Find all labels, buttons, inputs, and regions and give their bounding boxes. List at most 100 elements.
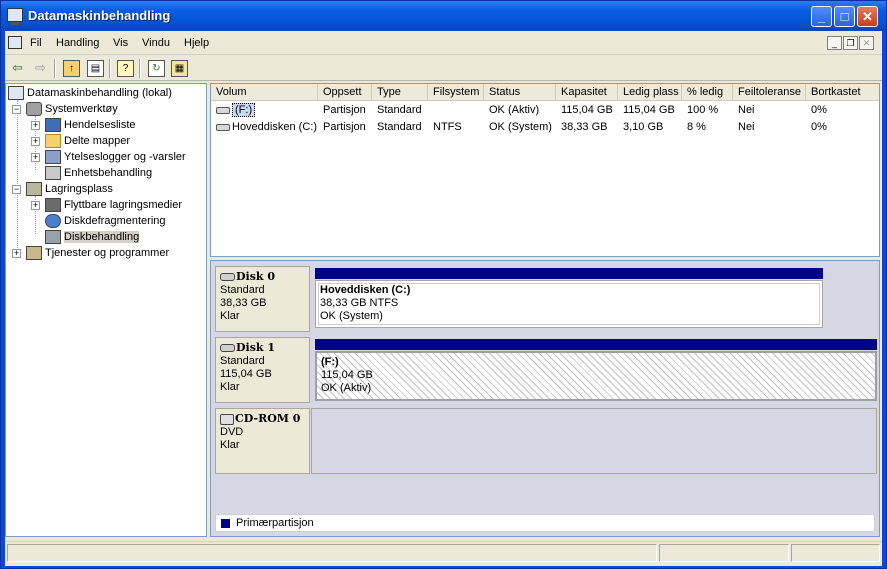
- properties-icon[interactable]: ?: [117, 60, 134, 77]
- shared-folders-icon: [45, 134, 61, 148]
- table-cell-volume: Hoveddisken (C:): [211, 119, 318, 136]
- app-window: Datamaskinbehandling _ □ ✕ Fil Handling …: [0, 0, 887, 569]
- legend-swatch: [221, 519, 230, 528]
- column-header-free-space[interactable]: Ledig plass: [618, 84, 682, 101]
- tree-item-shared-folders[interactable]: Delte mapper: [45, 133, 130, 149]
- menu-view[interactable]: Vis: [113, 37, 128, 49]
- table-cell: Standard: [377, 104, 422, 116]
- forward-arrow-icon[interactable]: ⇨: [31, 59, 50, 78]
- menu-file[interactable]: Fil: [30, 37, 42, 49]
- expander-plus-icon[interactable]: +: [31, 121, 40, 130]
- tree-item-removable-storage[interactable]: Flyttbare lagringsmedier: [45, 197, 182, 213]
- legend-label: Primærpartisjon: [236, 517, 314, 529]
- column-header-layout[interactable]: Oppsett: [318, 84, 372, 101]
- primary-partition-bar: [315, 339, 877, 350]
- expander-plus-icon[interactable]: +: [12, 249, 21, 258]
- system-menu-icon[interactable]: [8, 36, 22, 49]
- partition-f[interactable]: (F:) 115,04 GB OK (Aktiv): [315, 351, 877, 401]
- tree-item-root[interactable]: Datamaskinbehandling (lokal): [8, 85, 172, 101]
- table-cell: [428, 102, 484, 119]
- title-bar[interactable]: Datamaskinbehandling _ □ ✕: [1, 1, 886, 31]
- tree-item-label: Ytelseslogger og -varsler: [64, 151, 186, 163]
- column-header-overhead[interactable]: Bortkastet: [806, 84, 879, 101]
- menu-help[interactable]: Hjelp: [184, 37, 209, 49]
- legend: Primærpartisjon: [215, 514, 875, 532]
- disk-type: Standard: [220, 355, 265, 367]
- services-icon: [26, 246, 42, 260]
- disk-1-area: (F:) 115,04 GB OK (Aktiv): [311, 337, 877, 403]
- partition-c[interactable]: Hoveddisken (C:) 38,33 GB NTFS OK (Syste…: [315, 280, 823, 328]
- table-row[interactable]: (F:) Partisjon Standard OK (Aktiv) 115,0…: [211, 102, 879, 119]
- tree-item-storage[interactable]: Lagringsplass: [26, 181, 113, 197]
- mdi-minimize-button[interactable]: _: [827, 36, 842, 50]
- cdrom-0-area[interactable]: [311, 408, 877, 474]
- tree-item-system-tools[interactable]: Systemverktøy: [26, 101, 118, 117]
- table-cell-volume: (F:): [211, 102, 318, 119]
- help-icon[interactable]: ▦: [171, 60, 188, 77]
- table-cell: NTFS: [433, 121, 462, 133]
- volume-list: Volum Oppsett Type Filsystem Status Kapa…: [210, 83, 880, 257]
- status-cell: [7, 544, 657, 562]
- storage-icon: [26, 182, 42, 196]
- table-row[interactable]: Hoveddisken (C:) Partisjon Standard NTFS…: [211, 119, 879, 136]
- defragmenter-icon: [45, 214, 61, 228]
- tree-item-label: Systemverktøy: [45, 103, 118, 115]
- disk-graphical-view: Disk 0 Standard 38,33 GB Klar Hoveddiske…: [210, 260, 880, 537]
- partition-detail: 38,33 GB NTFS: [320, 297, 399, 309]
- column-header-type[interactable]: Type: [372, 84, 428, 101]
- toolbar-separator: [139, 59, 141, 78]
- performance-logs-icon: [45, 150, 61, 164]
- column-header-capacity[interactable]: Kapasitet: [556, 84, 618, 101]
- tree-item-disk-management[interactable]: Diskbehandling: [45, 229, 140, 245]
- disk-management-icon: [45, 230, 61, 244]
- table-cell: 115,04 GB: [623, 104, 675, 116]
- expander-minus-icon[interactable]: −: [12, 105, 21, 114]
- minimize-button[interactable]: _: [811, 6, 832, 27]
- status-cell: [659, 544, 789, 562]
- expander-plus-icon[interactable]: +: [31, 201, 40, 210]
- mdi-restore-button[interactable]: ❐: [843, 36, 858, 50]
- disk-0-area: Hoveddisken (C:) 38,33 GB NTFS OK (Syste…: [311, 266, 871, 332]
- show-hide-tree-icon[interactable]: ▤: [87, 60, 104, 77]
- tree-item-defragmenter[interactable]: Diskdefragmentering: [45, 213, 166, 229]
- table-cell: 100 %: [687, 104, 719, 116]
- column-header-percent-free[interactable]: % ledig: [682, 84, 733, 101]
- column-header-filesystem[interactable]: Filsystem: [428, 84, 484, 101]
- mdi-close-button[interactable]: ✕: [859, 36, 874, 50]
- tree-item-label: Diskdefragmentering: [64, 215, 166, 227]
- up-folder-icon[interactable]: ↑: [63, 60, 80, 77]
- volume-icon: [216, 123, 230, 131]
- partition-status: OK (Aktiv): [321, 382, 372, 394]
- back-arrow-icon[interactable]: ⇦: [8, 59, 27, 78]
- tree-item-services[interactable]: Tjenester og programmer: [26, 245, 169, 261]
- computer-management-icon: [7, 8, 23, 25]
- table-cell: 0%: [811, 121, 827, 133]
- tree-connector: [17, 100, 18, 252]
- window-title: Datamaskinbehandling: [28, 8, 171, 23]
- expander-minus-icon[interactable]: −: [12, 185, 21, 194]
- column-header-volume[interactable]: Volum: [211, 84, 318, 101]
- tree-item-performance-logs[interactable]: Ytelseslogger og -varsler: [45, 149, 186, 165]
- close-button[interactable]: ✕: [857, 6, 878, 27]
- expander-plus-icon[interactable]: +: [31, 137, 40, 146]
- maximize-button[interactable]: □: [834, 6, 855, 27]
- disk-0-label[interactable]: Disk 0 Standard 38,33 GB Klar: [215, 266, 310, 332]
- expander-plus-icon[interactable]: +: [31, 153, 40, 162]
- tree-item-label: Enhetsbehandling: [64, 167, 153, 179]
- column-header-fault-tolerance[interactable]: Feiltoleranse: [733, 84, 806, 101]
- column-header-status[interactable]: Status: [484, 84, 556, 101]
- cdrom-0-label[interactable]: CD-ROM 0 DVD Klar: [215, 408, 310, 474]
- client-area: Fil Handling Vis Vindu Hjelp _ ❐ ✕ ⇦ ⇨ ↑…: [5, 31, 882, 566]
- refresh-icon[interactable]: ↻: [148, 60, 165, 77]
- disk-1-label[interactable]: Disk 1 Standard 115,04 GB Klar: [215, 337, 310, 403]
- menu-bar: Fil Handling Vis Vindu Hjelp _ ❐ ✕: [5, 31, 882, 55]
- menu-action[interactable]: Handling: [56, 37, 99, 49]
- tree-item-event-viewer[interactable]: Hendelsesliste: [45, 117, 136, 133]
- tree-item-label: Lagringsplass: [45, 183, 113, 195]
- disk-state: Klar: [220, 381, 240, 393]
- table-cell: Nei: [738, 104, 755, 116]
- menu-window[interactable]: Vindu: [142, 37, 170, 49]
- tree-item-device-manager[interactable]: Enhetsbehandling: [45, 165, 152, 181]
- table-cell: Standard: [377, 121, 422, 133]
- list-header: Volum Oppsett Type Filsystem Status Kapa…: [211, 84, 879, 101]
